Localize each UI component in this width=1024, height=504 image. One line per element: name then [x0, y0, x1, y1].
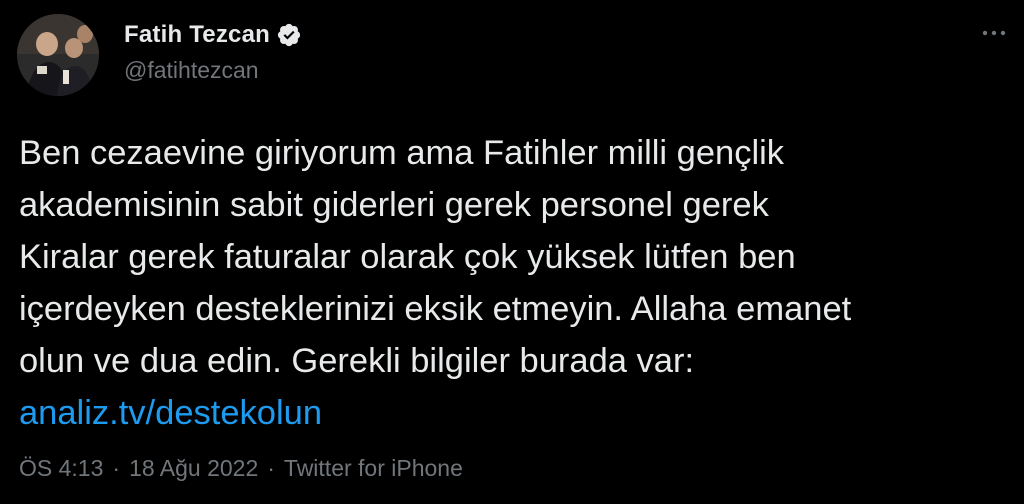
meta-separator: · — [112, 455, 121, 481]
tweet-text-line: akademisinin sabit giderleri gerek perso… — [19, 186, 769, 224]
tweet-time[interactable]: ÖS 4:13 — [19, 455, 103, 482]
author-handle[interactable]: @fatihtezcan — [124, 57, 259, 84]
meta-separator: · — [267, 455, 275, 481]
tweet-link[interactable]: analiz.tv/destekolun — [19, 394, 322, 432]
tweet-text-line: Kiralar gerek faturalar olarak çok yükse… — [19, 238, 796, 276]
verified-badge-icon — [276, 22, 302, 48]
tweet-meta: ÖS 4:13 · 18 Ağu 2022 · Twitter for iPho… — [19, 455, 463, 482]
avatar[interactable] — [17, 14, 99, 96]
tweet-text-line: içerdeyken desteklerinizi eksik etmeyin.… — [19, 290, 852, 328]
tweet-date[interactable]: 18 Ağu 2022 — [129, 455, 258, 482]
tweet-source[interactable]: Twitter for iPhone — [284, 455, 463, 482]
tweet-card: Fatih Tezcan @fatihtezcan Ben cezaevine … — [0, 0, 1024, 504]
tweet-text-line: olun ve dua edin. Gerekli bilgiler burad… — [19, 342, 695, 380]
tweet-text: Ben cezaevine giriyorum ama Fatihler mil… — [19, 127, 1014, 439]
author-name-row: Fatih Tezcan — [124, 20, 302, 50]
more-options-icon[interactable] — [980, 22, 1008, 44]
tweet-link-line: analiz.tv/destekolun — [19, 387, 1014, 439]
tweet-text-line: Ben cezaevine giriyorum ama Fatihler mil… — [19, 134, 785, 172]
avatar-photo — [17, 14, 99, 96]
author-display-name[interactable]: Fatih Tezcan — [124, 21, 270, 49]
